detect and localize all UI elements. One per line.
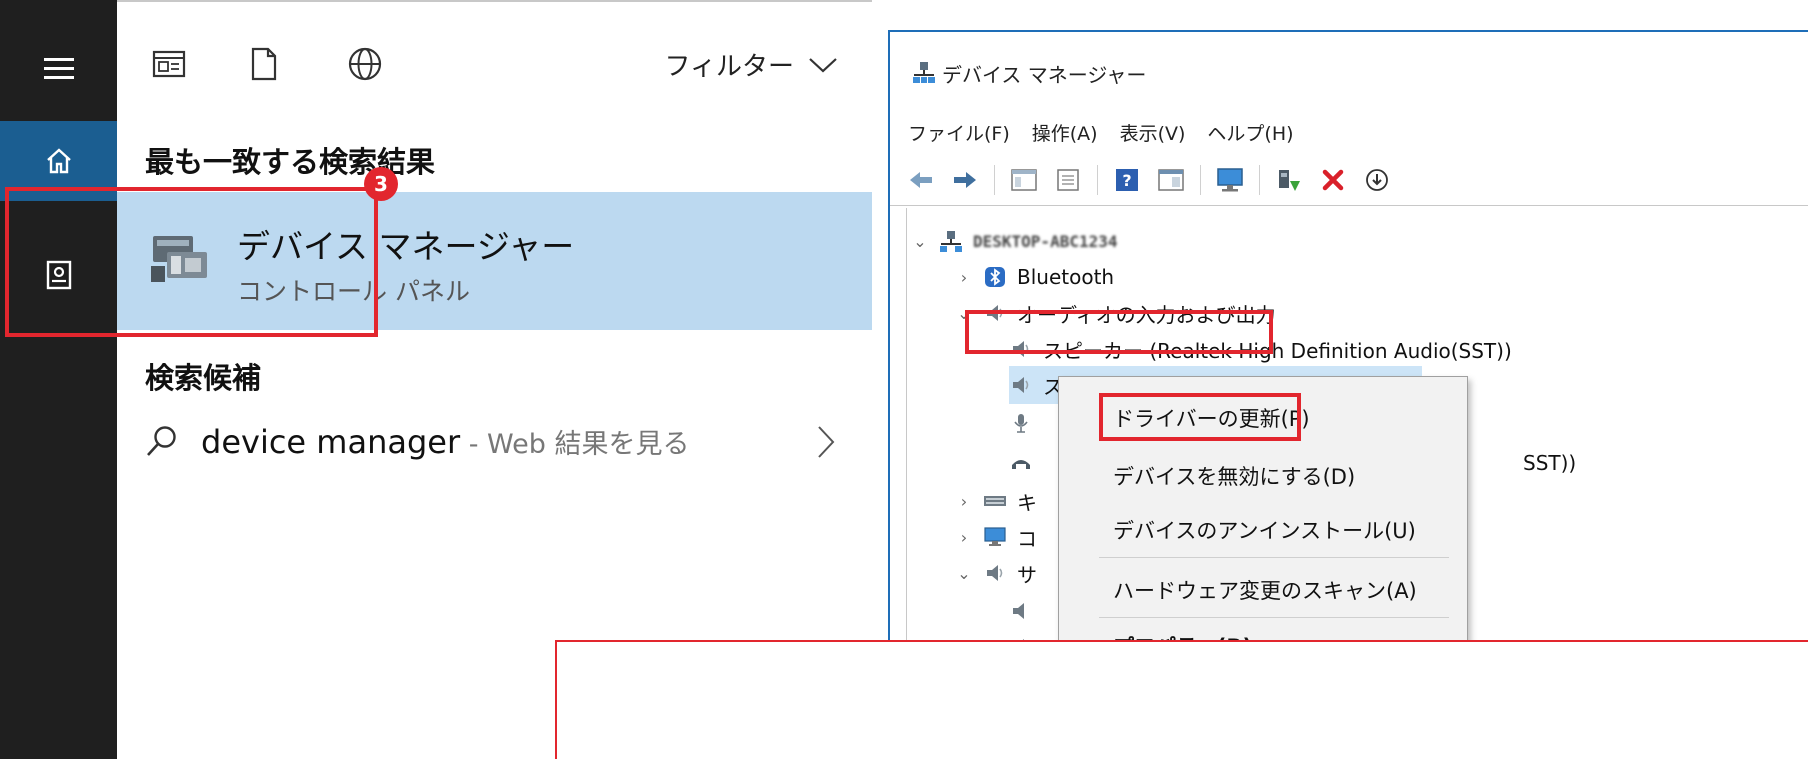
row3-tail-label: SST)) bbox=[1523, 451, 1577, 475]
chevron-right-icon[interactable] bbox=[816, 424, 836, 460]
tree-category-bluetooth[interactable]: › Bluetooth bbox=[955, 258, 1114, 296]
filter-label: フィルター bbox=[664, 52, 794, 82]
properties-toolbar-button[interactable] bbox=[1053, 165, 1083, 195]
highlight-box-audio-category bbox=[965, 310, 1273, 354]
expanded-chevron-icon[interactable]: ⌄ bbox=[911, 232, 929, 251]
hamburger-menu-button[interactable] bbox=[0, 28, 117, 108]
scan-hardware-button[interactable] bbox=[1215, 165, 1245, 195]
toolbar: ? bbox=[890, 154, 1808, 206]
enable-device-toolbar-button[interactable] bbox=[1362, 165, 1392, 195]
toolbar-separator bbox=[1097, 164, 1098, 195]
speaker-icon bbox=[987, 565, 1003, 581]
context-menu-disable-device[interactable]: デバイスを無効にする(D) bbox=[1113, 461, 1355, 491]
menu-bar: ファイル(F) 操作(A) 表示(V) ヘルプ(H) bbox=[890, 110, 1808, 154]
microphone-icon bbox=[1014, 414, 1028, 433]
web-search-suggestion[interactable]: device manager - Web 結果を見る bbox=[117, 402, 872, 482]
uninstall-toolbar-button[interactable] bbox=[1318, 165, 1348, 195]
window-title: デバイス マネージャー bbox=[942, 63, 1147, 87]
web-suggestion-query: device manager bbox=[201, 423, 461, 461]
forward-arrow-icon bbox=[954, 171, 976, 188]
speaker-icon bbox=[1013, 377, 1029, 393]
filter-apps-button[interactable] bbox=[147, 42, 191, 86]
tree-device-microphone[interactable] bbox=[1009, 404, 1033, 442]
filter-documents-button[interactable] bbox=[242, 42, 286, 86]
menu-action[interactable]: 操作(A) bbox=[1032, 119, 1098, 146]
context-menu-separator bbox=[1099, 557, 1449, 558]
tree-category-sound[interactable]: ⌄ サ bbox=[955, 554, 1037, 592]
back-arrow-icon bbox=[910, 171, 932, 188]
keyboard-icon bbox=[984, 496, 1006, 506]
computer-network-icon bbox=[940, 231, 962, 252]
monitor-icon bbox=[1217, 167, 1243, 191]
toolbar-separator bbox=[1259, 164, 1260, 195]
monitor-icon bbox=[984, 527, 1006, 546]
context-menu-uninstall-device[interactable]: デバイスのアンインストール(U) bbox=[1113, 515, 1416, 545]
web-suggestion-text: device manager - Web 結果を見る bbox=[201, 422, 689, 461]
bluetooth-label: Bluetooth bbox=[1017, 265, 1115, 289]
bluetooth-icon bbox=[985, 267, 1005, 287]
headset-icon bbox=[1012, 460, 1030, 469]
suggestions-heading: 検索候補 bbox=[145, 361, 262, 395]
menu-help[interactable]: ヘルプ(H) bbox=[1207, 119, 1293, 146]
update-driver-icon bbox=[1279, 169, 1300, 191]
tree-category-computer[interactable]: › コ bbox=[955, 518, 1037, 556]
context-menu-separator bbox=[1099, 617, 1449, 618]
toolbar-separator bbox=[994, 164, 995, 195]
hamburger-icon bbox=[43, 58, 74, 79]
highlight-box-best-match bbox=[5, 187, 378, 337]
filter-dropdown-button[interactable]: フィルター bbox=[665, 46, 838, 83]
view-toolbar-button[interactable] bbox=[1156, 165, 1186, 195]
menu-view[interactable]: 表示(V) bbox=[1120, 119, 1186, 146]
tree-root-computer[interactable]: ⌄ DESKTOP-ABC1234 bbox=[911, 222, 1118, 260]
console-tree-icon bbox=[1011, 168, 1037, 191]
sound-partial-label: サ bbox=[1017, 562, 1037, 587]
device-context-menu: ドライバーの更新(P) デバイスを無効にする(D) デバイスのアンインストール(… bbox=[1058, 376, 1468, 676]
web-suggestion-suffix: - Web 結果を見る bbox=[460, 429, 690, 460]
search-icon bbox=[147, 426, 176, 456]
update-driver-toolbar-button[interactable] bbox=[1274, 165, 1304, 195]
collapsed-chevron-icon[interactable]: › bbox=[955, 528, 973, 547]
toolbar-separator bbox=[1200, 164, 1201, 195]
chevron-down-icon bbox=[809, 57, 837, 72]
window-titlebar[interactable]: デバイス マネージャー bbox=[890, 32, 1808, 110]
svg-text:?: ? bbox=[1122, 171, 1131, 190]
apps-window-icon bbox=[152, 50, 186, 78]
step-badge: 3 bbox=[364, 167, 398, 201]
annotation-callout-box bbox=[555, 640, 1808, 759]
collapsed-chevron-icon[interactable]: › bbox=[955, 268, 973, 287]
device-manager-small-icon bbox=[913, 62, 935, 83]
collapsed-chevron-icon[interactable]: › bbox=[955, 492, 973, 511]
menu-file[interactable]: ファイル(F) bbox=[908, 119, 1010, 146]
globe-icon bbox=[348, 47, 382, 81]
speaker-icon bbox=[1013, 603, 1024, 619]
computer-partial-label: コ bbox=[1017, 526, 1037, 551]
context-menu-scan-hardware[interactable]: ハードウェア変更のスキャン(A) bbox=[1113, 575, 1417, 605]
highlight-box-update-driver bbox=[1099, 393, 1301, 441]
view-window-icon bbox=[1158, 168, 1184, 191]
console-tree-button[interactable] bbox=[1009, 165, 1039, 195]
back-button[interactable] bbox=[906, 165, 936, 195]
help-icon: ? bbox=[1116, 168, 1138, 191]
computer-name: DESKTOP-ABC1234 bbox=[973, 231, 1118, 251]
red-x-icon bbox=[1322, 169, 1344, 190]
download-circle-icon bbox=[1366, 168, 1388, 191]
document-icon bbox=[251, 47, 277, 81]
home-icon bbox=[46, 148, 71, 174]
search-nav-rail bbox=[0, 0, 117, 759]
forward-button[interactable] bbox=[950, 165, 980, 195]
help-toolbar-button[interactable]: ? bbox=[1112, 165, 1142, 195]
properties-sheet-icon bbox=[1057, 168, 1079, 191]
tree-device-sound-child[interactable] bbox=[1009, 592, 1033, 630]
filter-web-button[interactable] bbox=[343, 42, 387, 86]
expanded-chevron-icon[interactable]: ⌄ bbox=[955, 564, 973, 583]
tree-category-keyboard[interactable]: › キ bbox=[955, 482, 1037, 520]
keyboard-partial-label: キ bbox=[1017, 490, 1037, 515]
